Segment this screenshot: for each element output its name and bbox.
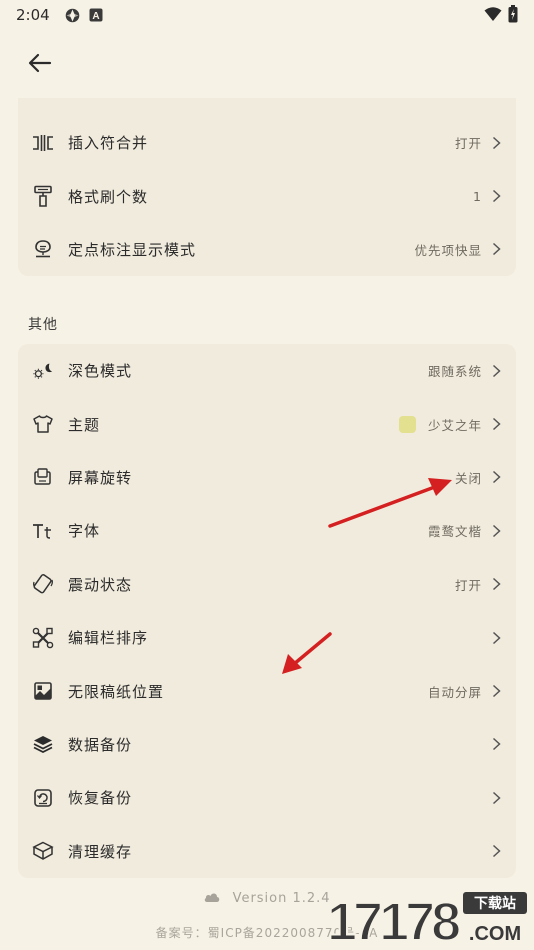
setting-label: 清理缓存: [68, 842, 133, 861]
setting-row-backup[interactable]: 数据备份: [18, 718, 516, 771]
setting-row-dark-mode[interactable]: 深色模式 跟随系统: [18, 344, 516, 397]
status-right: [484, 5, 518, 27]
font-notification-icon: A: [89, 8, 103, 22]
setting-row-vibrate[interactable]: 震动状态 打开: [18, 558, 516, 611]
battery-icon: [508, 5, 518, 27]
merge-insert-icon: [32, 132, 54, 154]
setting-label: 格式刷个数: [68, 187, 149, 206]
setting-label: 主题: [68, 415, 101, 434]
setting-label: 编辑栏排序: [68, 629, 149, 648]
back-arrow-icon: [28, 53, 52, 73]
setting-row-paper-position[interactable]: 无限稿纸位置 自动分屏: [18, 664, 516, 717]
setting-value: 自动分屏: [427, 684, 482, 700]
toolbar-sort-icon: [32, 627, 54, 649]
setting-row-pin-mark[interactable]: 定点标注显示模式 优先项快显: [18, 223, 516, 276]
setting-value: 打开: [454, 577, 482, 593]
chevron-right-icon: [490, 684, 502, 698]
cloud-logo-icon: [203, 891, 232, 906]
status-time: 2:04: [16, 6, 50, 24]
status-bar: 2:04 A: [0, 0, 534, 30]
dark-mode-icon: [32, 360, 54, 382]
chevron-right-icon: [490, 524, 502, 538]
chevron-right-icon: [490, 189, 502, 203]
setting-value: 关闭: [454, 470, 482, 486]
chevron-right-icon: [490, 364, 502, 378]
chevron-right-icon: [490, 470, 502, 484]
setting-label: 插入符合并: [68, 134, 149, 153]
setting-row-clear-cache[interactable]: 清理缓存: [18, 825, 516, 878]
pin-mark-icon: [32, 238, 54, 260]
app-notification-icon: [64, 7, 81, 24]
setting-label: 定点标注显示模式: [68, 240, 197, 259]
setting-label: 屏幕旋转: [68, 468, 133, 487]
site-watermark: 17178 下载站 .COM: [325, 888, 530, 950]
setting-row-font[interactable]: 字体 霞鹜文楷: [18, 504, 516, 557]
settings-screen: 2:04 A 插入符合并 打开 格式刷个数 1 定点标注显示模式 优先项快显 其…: [0, 0, 534, 950]
setting-label: 震动状态: [68, 575, 133, 594]
setting-value: 跟随系统: [427, 364, 482, 380]
version-text: Version 1.2.4: [232, 891, 331, 906]
clear-cache-icon: [32, 840, 54, 862]
settings-card-other: 深色模式 跟随系统 主题 少艾之年 屏幕旋转 关闭 字体 霞鹜文楷 震动状态 打…: [18, 344, 516, 878]
setting-label: 无限稿纸位置: [68, 682, 165, 701]
chevron-right-icon: [490, 417, 502, 431]
settings-card-editing: 插入符合并 打开 格式刷个数 1 定点标注显示模式 优先项快显: [18, 98, 516, 276]
setting-label: 恢复备份: [68, 789, 133, 808]
paper-position-icon: [32, 680, 54, 702]
chevron-right-icon: [490, 242, 502, 256]
screen-rotate-icon: [32, 466, 54, 488]
chevron-right-icon: [490, 136, 502, 150]
setting-row-theme[interactable]: 主题 少艾之年: [18, 397, 516, 450]
setting-row-restore[interactable]: 恢复备份: [18, 771, 516, 824]
setting-row-screen-rotate[interactable]: 屏幕旋转 关闭: [18, 451, 516, 504]
setting-row-toolbar-sort[interactable]: 编辑栏排序: [18, 611, 516, 664]
chevron-right-icon: [490, 791, 502, 805]
chevron-right-icon: [490, 631, 502, 645]
watermark-number: 17178: [327, 892, 460, 948]
setting-value: 优先项快显: [414, 242, 482, 258]
format-brush-icon: [32, 185, 54, 207]
chevron-right-icon: [490, 577, 502, 591]
back-button[interactable]: [20, 46, 60, 80]
chevron-right-icon: [490, 737, 502, 751]
setting-label: 字体: [68, 522, 101, 541]
setting-value: 霞鹜文楷: [427, 524, 482, 540]
setting-label: 深色模式: [68, 362, 133, 381]
font-icon: [32, 520, 54, 542]
section-title-other: 其他: [28, 317, 58, 333]
setting-value: 少艾之年: [427, 417, 482, 433]
setting-label: 数据备份: [68, 735, 133, 754]
setting-row-format-brush[interactable]: 格式刷个数 1: [18, 169, 516, 222]
setting-value: 1: [473, 188, 482, 204]
vibrate-icon: [32, 573, 54, 595]
chevron-right-icon: [490, 844, 502, 858]
wifi-icon: [484, 6, 502, 26]
restore-icon: [32, 787, 54, 809]
setting-row-merge-insert[interactable]: 插入符合并 打开: [18, 116, 516, 169]
setting-value: 打开: [454, 136, 482, 152]
watermark-domain: .COM: [469, 923, 521, 945]
watermark-tag: 下载站: [474, 895, 516, 912]
shirt-icon: [32, 413, 54, 435]
theme-color-swatch: [398, 415, 416, 433]
svg-text:A: A: [92, 11, 99, 22]
backup-icon: [32, 733, 54, 755]
